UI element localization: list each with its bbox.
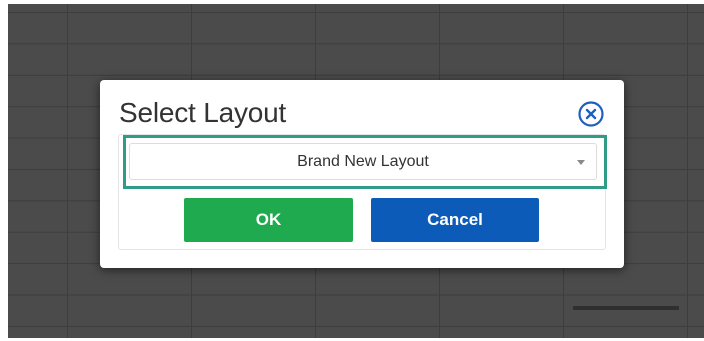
- cancel-button[interactable]: Cancel: [371, 198, 539, 242]
- close-button[interactable]: [577, 100, 605, 128]
- horizontal-scrollbar[interactable]: [573, 306, 679, 310]
- layout-select-value: Brand New Layout: [297, 153, 429, 170]
- layout-select[interactable]: Brand New Layout: [129, 143, 597, 180]
- select-layout-dialog: Select Layout Brand New Layout OK Cancel: [100, 80, 624, 268]
- ok-button[interactable]: OK: [184, 198, 353, 242]
- close-circle-icon: [578, 101, 604, 127]
- dialog-title: Select Layout: [119, 97, 287, 128]
- chevron-down-icon: [577, 160, 585, 165]
- screen: Select Layout Brand New Layout OK Cancel: [0, 0, 704, 341]
